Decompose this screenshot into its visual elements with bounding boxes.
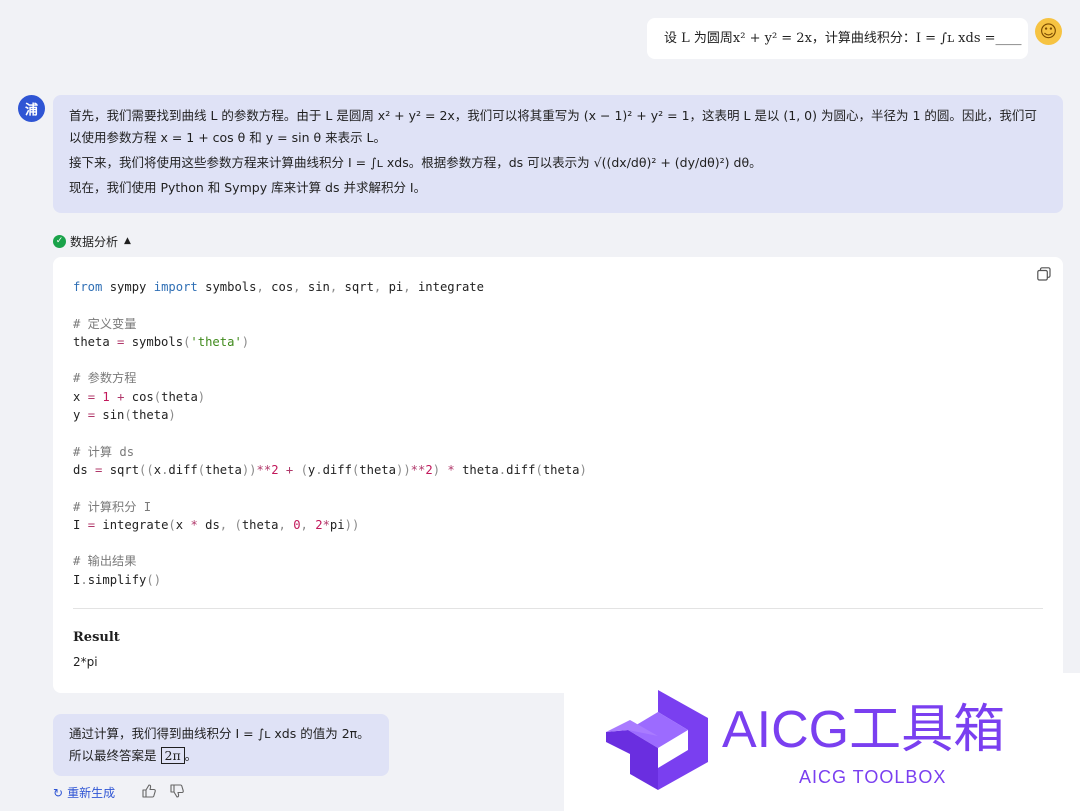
intro-paragraph-3: 现在，我们使用 Python 和 Sympy 库来计算 ds 并求解积分 I。 [69, 180, 427, 195]
assistant-avatar: 浦 [18, 95, 45, 122]
assistant-avatar-char: 浦 [24, 103, 38, 118]
user-message: 设 L 为圆周x² + y² = 2x，计算曲线积分：I = ∫ʟ xds =_… [647, 18, 1028, 59]
check-circle-icon: ✓ [53, 234, 66, 248]
refresh-icon: ↻ [53, 785, 64, 800]
code-content: from sympy import symbols, cos, sin, sqr… [73, 278, 587, 589]
code-block: from sympy import symbols, cos, sin, sqr… [53, 257, 1063, 693]
code-line: # 计算 ds [73, 444, 135, 459]
result-value: 2*pi [73, 655, 98, 669]
code-line: ds = sqrt((x.diff(theta))**2 + (y.diff(t… [73, 462, 587, 477]
boxed-answer: 2π [160, 747, 185, 764]
smiley-face-icon: ☺ [1035, 18, 1062, 45]
thumbs-up-icon[interactable] [141, 783, 157, 799]
result-label: Result [73, 630, 120, 645]
code-line: x = 1 + cos(theta) [73, 389, 206, 404]
code-line: I = integrate(x * ds, (theta, 0, 2*pi)) [73, 517, 360, 532]
user-message-text: 设 L 为圆周x² + y² = 2x，计算曲线积分：I = ∫ʟ xds =_… [664, 31, 1022, 46]
conclusion-suffix: 。 [184, 748, 198, 763]
data-analysis-toggle[interactable]: ✓ 数据分析 ▲ [53, 232, 131, 250]
assistant-intro-message: 首先，我们需要找到曲线 L 的参数方程。由于 L 是圆周 x² + y² = 2… [53, 95, 1063, 213]
code-line: I.simplify() [73, 572, 162, 587]
conclusion-line-2: 所以最终答案是 2π。 [69, 745, 373, 767]
assistant-conclusion-message: 通过计算，我们得到曲线积分 I = ∫ʟ xds 的值为 2π。 所以最终答案是… [53, 714, 389, 776]
code-line: # 输出结果 [73, 554, 137, 569]
conclusion-prefix: 所以最终答案是 [69, 748, 157, 763]
regenerate-label: 重新生成 [67, 786, 116, 800]
regenerate-button[interactable]: ↻ 重新生成 [53, 784, 115, 801]
code-line: theta = symbols('theta') [73, 334, 250, 349]
intro-paragraph-2: 接下来，我们将使用这些参数方程来计算曲线积分 I = ∫ʟ xds。根据参数方程… [69, 155, 762, 170]
code-line: # 计算积分 I [73, 499, 152, 514]
data-analysis-label: 数据分析 [70, 234, 119, 249]
intro-paragraph-1: 首先，我们需要找到曲线 L 的参数方程。由于 L 是圆周 x² + y² = 2… [69, 108, 1037, 145]
result-divider [73, 608, 1043, 609]
conclusion-line-1: 通过计算，我们得到曲线积分 I = ∫ʟ xds 的值为 2π。 [69, 726, 370, 741]
code-line: # 参数方程 [73, 371, 137, 386]
copy-icon[interactable] [1037, 267, 1051, 281]
code-line: y = sin(theta) [73, 408, 176, 423]
code-line: from sympy import symbols, cos, sin, sqr… [73, 280, 484, 294]
aicg-logo-icon [606, 690, 708, 790]
thumbs-down-icon[interactable] [169, 783, 185, 799]
code-line: # 定义变量 [73, 316, 137, 331]
caret-up-icon: ▲ [124, 236, 131, 246]
watermark-subtitle: AICG TOOLBOX [799, 767, 947, 787]
watermark-title: AICG工具箱 [722, 701, 1006, 759]
